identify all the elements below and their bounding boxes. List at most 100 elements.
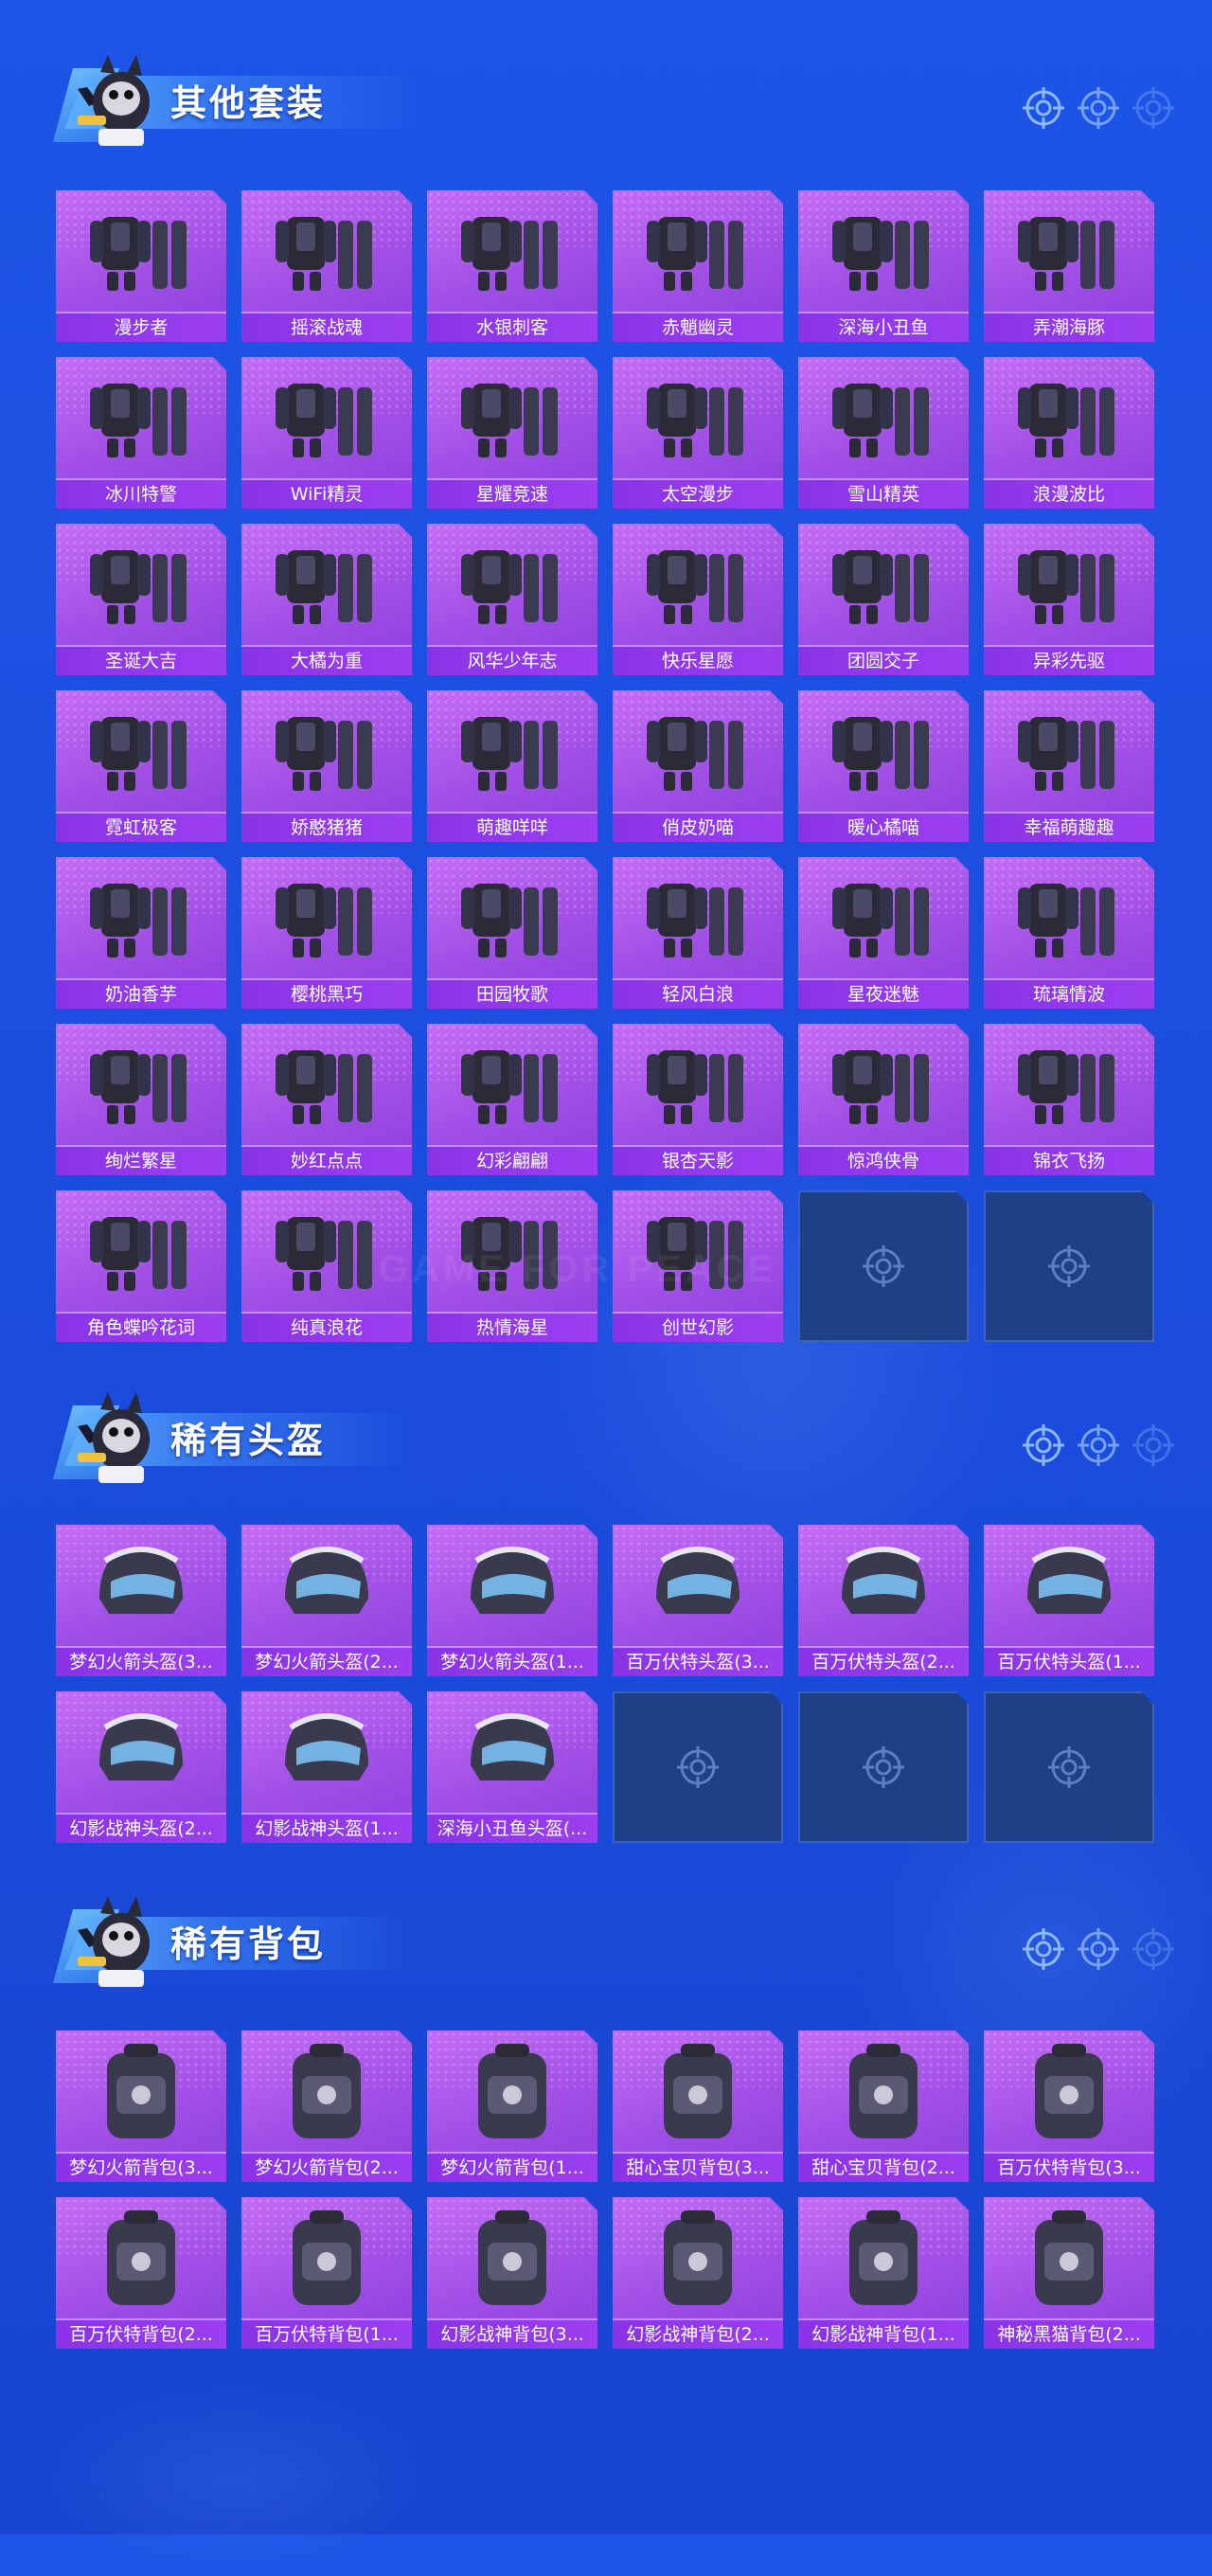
item-card[interactable]: 暖心橘喵	[798, 690, 969, 842]
outfit-icon	[1010, 198, 1128, 304]
item-card[interactable]: 梦幻火箭头盔(1...	[427, 1525, 597, 1676]
item-card[interactable]: 百万伏特头盔(2...	[798, 1525, 969, 1676]
item-card[interactable]: 甜心宝贝背包(3...	[613, 2030, 783, 2182]
item-card[interactable]: 快乐星愿	[613, 524, 783, 675]
outfit-icon	[639, 365, 757, 471]
item-card[interactable]: 浪漫波比	[984, 357, 1154, 509]
item-card[interactable]: 幻影战神背包(2...	[613, 2197, 783, 2349]
backpack-icon	[639, 2038, 757, 2144]
crosshair-icon	[1078, 1928, 1119, 1970]
item-card[interactable]: 摇滚战魂	[241, 190, 412, 342]
item-card[interactable]: 田园牧歌	[427, 857, 597, 1009]
item-card[interactable]: 银杏天影	[613, 1024, 783, 1175]
item-card[interactable]: 幻影战神头盔(2...	[56, 1691, 226, 1843]
item-card[interactable]: 星耀竞速	[427, 357, 597, 509]
item-card[interactable]: 大橘为重	[241, 524, 412, 675]
outfit-icon	[82, 531, 200, 637]
item-label: 轻风白浪	[613, 978, 783, 1009]
item-card[interactable]: 奶油香芋	[56, 857, 226, 1009]
item-card[interactable]: 琉璃情波	[984, 857, 1154, 1009]
item-label: 田园牧歌	[427, 978, 597, 1009]
empty-slot	[984, 1190, 1154, 1342]
item-card[interactable]: 冰川特警	[56, 357, 226, 509]
item-card[interactable]: 惊鸿侠骨	[798, 1024, 969, 1175]
item-label: 雪山精英	[798, 478, 969, 509]
item-card[interactable]: 娇憨猪猪	[241, 690, 412, 842]
item-card[interactable]: 樱桃黑巧	[241, 857, 412, 1009]
backpack-icon	[825, 2038, 942, 2144]
item-card[interactable]: 角色蝶吟花词	[56, 1190, 226, 1342]
item-card[interactable]: 赤魈幽灵	[613, 190, 783, 342]
outfit-icon	[825, 365, 942, 471]
outfit-icon	[1010, 698, 1128, 804]
item-card[interactable]: 甜心宝贝背包(2...	[798, 2030, 969, 2182]
item-card[interactable]: 风华少年志	[427, 524, 597, 675]
item-card[interactable]: 弄潮海豚	[984, 190, 1154, 342]
helmet-icon	[825, 1532, 942, 1638]
item-card[interactable]: 异彩先驱	[984, 524, 1154, 675]
section-header: 稀有背包	[27, 1887, 415, 1993]
item-grid: 梦幻火箭头盔(3... 梦幻火箭头盔(2... 梦幻火箭头盔(1... 百万伏特头盔(…	[56, 1525, 1154, 1843]
item-card[interactable]: 团圆交子	[798, 524, 969, 675]
item-label: 浪漫波比	[984, 478, 1154, 509]
item-card[interactable]: 漫步者	[56, 190, 226, 342]
helmet-icon	[1010, 1532, 1128, 1638]
crosshair-icon	[677, 1746, 719, 1788]
item-card[interactable]: 梦幻火箭头盔(2...	[241, 1525, 412, 1676]
outfit-icon	[82, 1198, 200, 1304]
item-card[interactable]: 星夜迷魅	[798, 857, 969, 1009]
crosshair-icon	[1132, 87, 1174, 129]
backpack-icon	[1010, 2038, 1128, 2144]
crosshair-icon	[1078, 1424, 1119, 1466]
item-label: 百万伏特背包(2...	[56, 2318, 226, 2349]
item-card[interactable]: 幻影战神背包(1...	[798, 2197, 969, 2349]
crosshair-icon	[1078, 87, 1119, 129]
outfit-icon	[1010, 365, 1128, 471]
item-label: 百万伏特头盔(3...	[613, 1646, 783, 1676]
item-card[interactable]: 幻彩翩翩	[427, 1024, 597, 1175]
item-card[interactable]: 萌趣咩咩	[427, 690, 597, 842]
item-label: 太空漫步	[613, 478, 783, 509]
item-card[interactable]: 霓虹极客	[56, 690, 226, 842]
item-card[interactable]: 梦幻火箭背包(1...	[427, 2030, 597, 2182]
item-card[interactable]: 妙红点点	[241, 1024, 412, 1175]
section-header: 其他套装	[27, 45, 415, 152]
item-card[interactable]: 百万伏特头盔(3...	[613, 1525, 783, 1676]
item-card[interactable]: 俏皮奶喵	[613, 690, 783, 842]
helmet-icon	[82, 1532, 200, 1638]
item-label: 幻影战神背包(3...	[427, 2318, 597, 2349]
item-card[interactable]: 深海小丑鱼	[798, 190, 969, 342]
item-card[interactable]: 百万伏特背包(3...	[984, 2030, 1154, 2182]
item-card[interactable]: 百万伏特头盔(1...	[984, 1525, 1154, 1676]
item-card[interactable]: 绚烂繁星	[56, 1024, 226, 1175]
item-card[interactable]: 梦幻火箭背包(3...	[56, 2030, 226, 2182]
item-card[interactable]: 幸福萌趣趣	[984, 690, 1154, 842]
crosshair-icon	[1023, 1928, 1064, 1970]
target-decoration	[1023, 1424, 1174, 1466]
item-card[interactable]: 水银刺客	[427, 190, 597, 342]
item-card[interactable]: WiFi精灵	[241, 357, 412, 509]
outfit-icon	[82, 198, 200, 304]
item-card[interactable]: 雪山精英	[798, 357, 969, 509]
item-card[interactable]: 锦衣飞扬	[984, 1024, 1154, 1175]
item-card[interactable]: 神秘黑猫背包(2...	[984, 2197, 1154, 2349]
item-card[interactable]: 百万伏特背包(1...	[241, 2197, 412, 2349]
item-card[interactable]: 百万伏特背包(2...	[56, 2197, 226, 2349]
item-label: 角色蝶吟花词	[56, 1312, 226, 1342]
empty-slot	[798, 1190, 969, 1342]
item-card[interactable]: 深海小丑鱼头盔(...	[427, 1691, 597, 1843]
item-card[interactable]: 圣诞大吉	[56, 524, 226, 675]
item-card[interactable]: 幻影战神背包(3...	[427, 2197, 597, 2349]
item-card[interactable]: 太空漫步	[613, 357, 783, 509]
item-label: 锦衣飞扬	[984, 1145, 1154, 1175]
item-card[interactable]: 梦幻火箭头盔(3...	[56, 1525, 226, 1676]
crosshair-icon	[1023, 87, 1064, 129]
item-label: 漫步者	[56, 312, 226, 342]
item-label: 圣诞大吉	[56, 645, 226, 675]
item-label: 赤魈幽灵	[613, 312, 783, 342]
item-card[interactable]: 幻影战神头盔(1...	[241, 1691, 412, 1843]
crosshair-icon	[1023, 1424, 1064, 1466]
item-label: 梦幻火箭头盔(1...	[427, 1646, 597, 1676]
item-card[interactable]: 轻风白浪	[613, 857, 783, 1009]
item-card[interactable]: 梦幻火箭背包(2...	[241, 2030, 412, 2182]
